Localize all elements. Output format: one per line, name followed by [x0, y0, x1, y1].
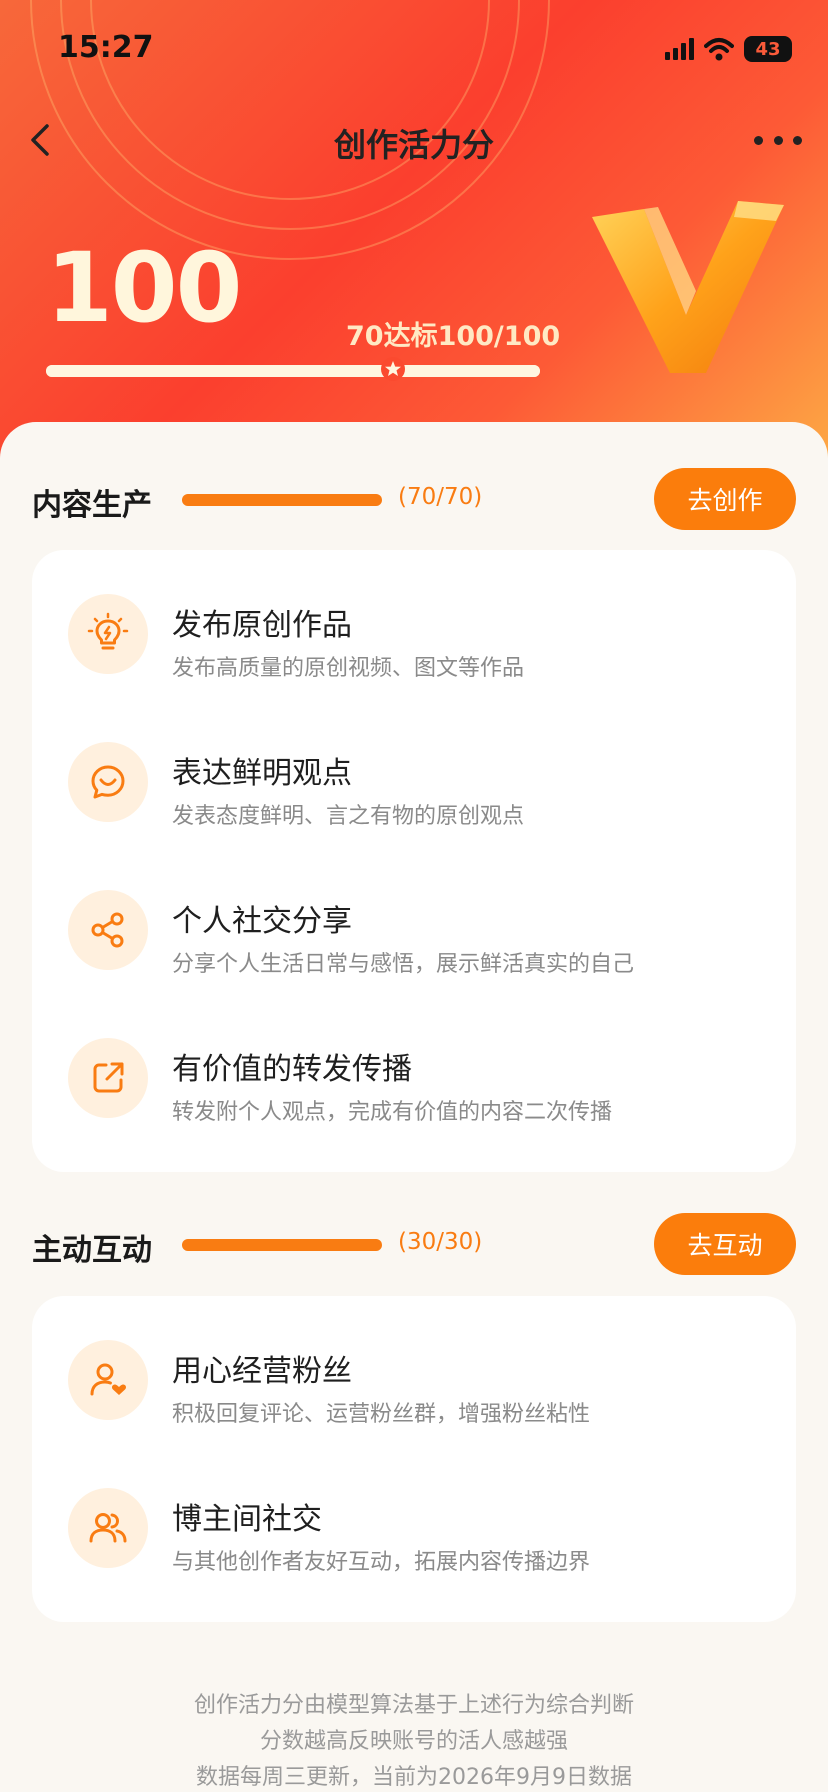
section-header-content-production: 内容生产 (70/70) 去创作 [32, 468, 796, 532]
list-item[interactable]: 发布原创作品 发布高质量的原创视频、图文等作品 [32, 550, 796, 698]
footer-line: 数据每周三更新，当前为2026年9月9日数据 [196, 1765, 632, 1790]
lightbulb-icon [68, 594, 148, 674]
list-item[interactable]: 有价值的转发传播 转发附个人观点，完成有价值的内容二次传播 [32, 994, 796, 1142]
item-title: 博主间社交 [172, 1502, 322, 1537]
users-icon [68, 1488, 148, 1568]
section-progress-bar [182, 1239, 382, 1251]
go-interact-button[interactable]: 去互动 [654, 1213, 796, 1275]
cellular-signal-icon [665, 38, 694, 60]
wifi-icon [704, 38, 734, 61]
list-item[interactable]: 个人社交分享 分享个人生活日常与感悟，展示鲜活真实的自己 [32, 846, 796, 994]
nav-bar: 创作活力分 [0, 108, 828, 172]
score-progress-fill [46, 365, 540, 377]
section-header-active-interaction: 主动互动 (30/30) 去互动 [32, 1213, 796, 1277]
more-options-icon[interactable] [754, 126, 802, 154]
star-marker-icon [381, 357, 405, 381]
item-desc: 转发附个人观点，完成有价值的内容二次传播 [172, 1100, 613, 1125]
footer-line: 创作活力分由模型算法基于上述行为综合判断 [193, 1693, 634, 1718]
item-title: 表达鲜明观点 [172, 756, 352, 791]
section-title: 内容生产 [32, 488, 152, 523]
active-interaction-card: 用心经营粉丝 积极回复评论、运营粉丝群，增强粉丝粘性 博主间社交 与其他创作者友… [32, 1296, 796, 1622]
user-heart-icon [68, 1340, 148, 1420]
footer-note: 创作活力分由模型算法基于上述行为综合判断 分数越高反映账号的活人感越强 数据每周… [0, 1688, 828, 1792]
chat-smile-icon [68, 742, 148, 822]
section-score: (70/70) [398, 484, 483, 510]
section-progress-fill [182, 1239, 382, 1251]
forward-icon [68, 1038, 148, 1118]
item-title: 有价值的转发传播 [172, 1052, 412, 1087]
item-desc: 发布高质量的原创视频、图文等作品 [172, 656, 525, 681]
score-progress-bar [46, 365, 540, 377]
page-title: 创作活力分 [333, 126, 494, 164]
status-icons: 43 [665, 36, 792, 62]
item-desc: 分享个人生活日常与感悟，展示鲜活真实的自己 [172, 952, 635, 977]
item-title: 用心经营粉丝 [172, 1354, 352, 1389]
list-item[interactable]: 博主间社交 与其他创作者友好互动，拓展内容传播边界 [32, 1444, 796, 1592]
item-desc: 与其他创作者友好互动，拓展内容传播边界 [172, 1550, 591, 1575]
battery-icon: 43 [744, 36, 792, 62]
score-value: 100 [46, 232, 242, 344]
go-create-button[interactable]: 去创作 [654, 468, 796, 530]
footer-line: 分数越高反映账号的活人感越强 [259, 1729, 568, 1754]
content-production-card: 发布原创作品 发布高质量的原创视频、图文等作品 表达鲜明观点 发表态度鲜明、言之… [32, 550, 796, 1172]
item-desc: 积极回复评论、运营粉丝群，增强粉丝粘性 [172, 1402, 591, 1427]
score-standard-label: 70达标100/100 [346, 321, 561, 352]
list-item[interactable]: 表达鲜明观点 发表态度鲜明、言之有物的原创观点 [32, 698, 796, 846]
item-title: 个人社交分享 [172, 904, 352, 939]
share-icon [68, 890, 148, 970]
v-badge-icon [592, 201, 784, 373]
status-time: 15:27 [58, 30, 154, 65]
section-score: (30/30) [398, 1229, 483, 1255]
item-desc: 发表态度鲜明、言之有物的原创观点 [172, 804, 525, 829]
item-title: 发布原创作品 [172, 608, 352, 643]
section-progress-fill [182, 494, 382, 506]
section-progress-bar [182, 494, 382, 506]
section-title: 主动互动 [32, 1233, 152, 1268]
list-item[interactable]: 用心经营粉丝 积极回复评论、运营粉丝群，增强粉丝粘性 [32, 1296, 796, 1444]
status-bar: 15:27 43 [0, 28, 828, 72]
